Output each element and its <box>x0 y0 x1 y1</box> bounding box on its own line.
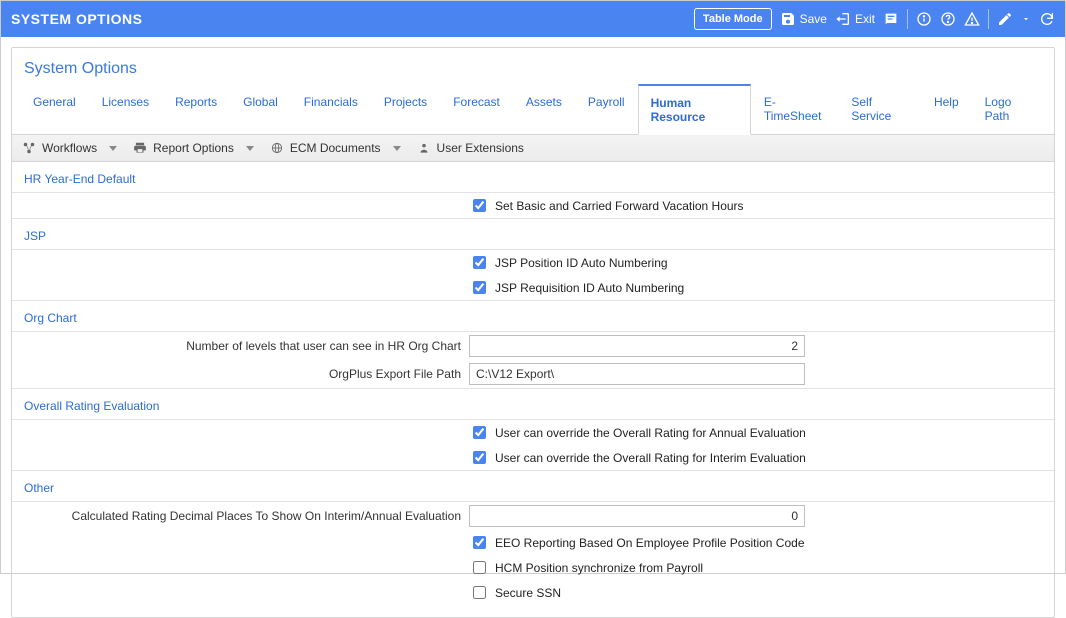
secure-ssn-checkbox[interactable] <box>473 586 486 599</box>
orgplus-label: OrgPlus Export File Path <box>24 367 469 381</box>
print-icon <box>133 141 147 155</box>
chevron-down-icon[interactable] <box>1021 11 1031 27</box>
exit-icon <box>835 11 851 27</box>
sub-toolbar: Workflows Report Options ECM Documents <box>12 135 1054 162</box>
help-icon[interactable] <box>940 11 956 27</box>
refresh-icon[interactable] <box>1039 11 1055 27</box>
set-basic-vacation-label: Set Basic and Carried Forward Vacation H… <box>495 199 744 213</box>
eeo-reporting-checkbox[interactable] <box>473 536 486 549</box>
globe-icon <box>270 141 284 155</box>
override-annual-label: User can override the Overall Rating for… <box>495 426 806 440</box>
override-interim-label: User can override the Overall Rating for… <box>495 451 806 465</box>
app-header: SYSTEM OPTIONS Table Mode Save Exit <box>1 1 1065 37</box>
info-icon[interactable] <box>916 11 932 27</box>
edit-icon[interactable] <box>997 11 1013 27</box>
chevron-down-icon <box>109 146 117 151</box>
workflows-button[interactable]: Workflows <box>22 141 117 155</box>
content-area: System Options General Licenses Reports … <box>1 37 1065 618</box>
tab-general[interactable]: General <box>20 84 89 135</box>
section-jsp: JSP <box>12 218 1054 250</box>
tab-licenses[interactable]: Licenses <box>89 84 162 135</box>
table-mode-button[interactable]: Table Mode <box>694 8 772 30</box>
tab-assets[interactable]: Assets <box>513 84 575 135</box>
tab-global[interactable]: Global <box>230 84 291 135</box>
jsp-requisition-checkbox[interactable] <box>473 281 486 294</box>
save-button[interactable]: Save <box>780 11 827 27</box>
tabs-bar: General Licenses Reports Global Financia… <box>12 84 1054 135</box>
header-title: SYSTEM OPTIONS <box>11 11 142 27</box>
options-card: System Options General Licenses Reports … <box>11 47 1055 618</box>
hcm-sync-checkbox[interactable] <box>473 561 486 574</box>
set-basic-vacation-checkbox[interactable] <box>473 199 486 212</box>
section-other: Other <box>12 470 1054 502</box>
divider <box>988 9 989 29</box>
user-extensions-label: User Extensions <box>437 141 524 155</box>
user-extensions-icon <box>417 141 431 155</box>
user-extensions-button[interactable]: User Extensions <box>417 141 524 155</box>
exit-button[interactable]: Exit <box>835 11 875 27</box>
section-org-chart: Org Chart <box>12 300 1054 332</box>
alert-icon[interactable] <box>964 11 980 27</box>
tab-payroll[interactable]: Payroll <box>575 84 638 135</box>
override-interim-checkbox[interactable] <box>473 451 486 464</box>
levels-input[interactable] <box>469 335 805 357</box>
workflows-label: Workflows <box>42 141 97 155</box>
save-icon <box>780 11 796 27</box>
section-overall-rating: Overall Rating Evaluation <box>12 388 1054 420</box>
eeo-reporting-label: EEO Reporting Based On Employee Profile … <box>495 536 805 550</box>
tab-financials[interactable]: Financials <box>291 84 371 135</box>
workflows-icon <box>22 141 36 155</box>
chevron-down-icon <box>393 146 401 151</box>
jsp-position-checkbox[interactable] <box>473 256 486 269</box>
tab-help[interactable]: Help <box>921 84 972 135</box>
chevron-down-icon <box>246 146 254 151</box>
levels-label: Number of levels that user can see in HR… <box>24 339 469 353</box>
hcm-sync-label: HCM Position synchronize from Payroll <box>495 561 703 575</box>
tab-self-service[interactable]: Self Service <box>838 84 921 135</box>
section-hr-year-end: HR Year-End Default <box>12 162 1054 193</box>
calc-rating-input[interactable] <box>469 505 805 527</box>
tab-human-resource[interactable]: Human Resource <box>638 84 751 135</box>
override-annual-checkbox[interactable] <box>473 426 486 439</box>
form-area: HR Year-End Default Set Basic and Carrie… <box>12 162 1054 617</box>
tab-reports[interactable]: Reports <box>162 84 230 135</box>
orgplus-path-input[interactable] <box>469 363 805 385</box>
divider <box>907 9 908 29</box>
tab-etimesheet[interactable]: E-TimeSheet <box>751 84 839 135</box>
ecm-documents-button[interactable]: ECM Documents <box>270 141 401 155</box>
calc-rating-label: Calculated Rating Decimal Places To Show… <box>24 509 469 523</box>
card-title: System Options <box>12 48 1054 84</box>
ecm-documents-label: ECM Documents <box>290 141 381 155</box>
secure-ssn-label: Secure SSN <box>495 586 561 600</box>
save-label: Save <box>800 12 827 26</box>
report-options-label: Report Options <box>153 141 234 155</box>
tab-logo-path[interactable]: Logo Path <box>972 84 1046 135</box>
report-options-button[interactable]: Report Options <box>133 141 254 155</box>
notes-icon[interactable] <box>883 11 899 27</box>
exit-label: Exit <box>855 12 875 26</box>
jsp-position-label: JSP Position ID Auto Numbering <box>495 256 668 270</box>
jsp-requisition-label: JSP Requisition ID Auto Numbering <box>495 281 684 295</box>
header-toolbar: Table Mode Save Exit <box>694 8 1055 30</box>
tab-forecast[interactable]: Forecast <box>440 84 513 135</box>
tab-projects[interactable]: Projects <box>371 84 440 135</box>
